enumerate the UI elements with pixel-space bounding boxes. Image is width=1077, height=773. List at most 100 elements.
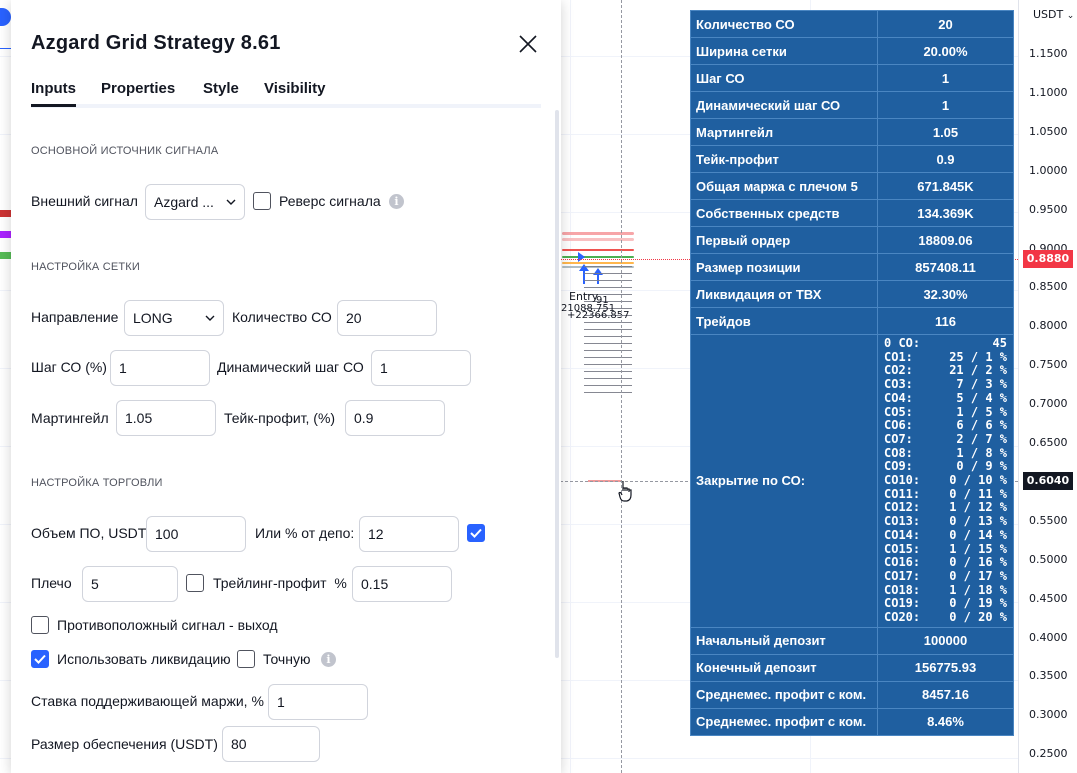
so-count-label: Количество СО (232, 309, 332, 325)
base-order-input[interactable]: 100 (146, 516, 246, 552)
stats-value: 20.00% (877, 37, 1014, 65)
stats-row: Ликвидация от ТВХ 32.30% (690, 280, 1014, 308)
stats-value: 18809.06 (877, 226, 1014, 254)
leverage-input[interactable]: 5 (82, 566, 178, 602)
co-item: CO6: 6 / 6 % (884, 419, 1007, 433)
collapse-icon[interactable] (0, 8, 11, 26)
tab-properties[interactable]: Properties (101, 80, 175, 97)
direction-label: Направление (31, 309, 119, 325)
co-item: CO4: 5 / 4 % (884, 391, 1007, 406)
chevron-down-icon (226, 199, 236, 205)
co-item-result: 1 / 5 % (956, 404, 1007, 419)
co-item: CO1: 25 / 1 % (884, 349, 1007, 365)
or-percent-input[interactable]: 12 (359, 516, 459, 552)
opposite-exit-label: Противоположный сигнал - выход (57, 617, 278, 633)
info-icon[interactable]: i (389, 194, 404, 209)
stats-value: 32.30% (877, 280, 1014, 308)
co-item-result: 0 / 14 % (949, 527, 1007, 542)
stats-value: 0.9 (877, 145, 1014, 173)
band-orange (562, 262, 634, 264)
co-item-name: CO1: (884, 349, 913, 364)
so-step-label: Шаг СО (%) (31, 359, 107, 375)
trailing-input[interactable]: 0.15 (352, 566, 452, 602)
co-item: CO13: 0 / 13 % (884, 514, 1007, 529)
price-tick: 1.0000 (1029, 163, 1068, 177)
edge-line (0, 48, 11, 49)
martingale-input[interactable]: 1.05 (116, 400, 216, 436)
trailing-checkbox[interactable] (186, 574, 204, 592)
co-item-name: CO19: (884, 596, 921, 611)
crosshair-price-badge: 0.6040 (1023, 472, 1073, 490)
tab-inputs[interactable]: Inputs (31, 80, 76, 107)
band-red-light (562, 238, 634, 241)
direction-select[interactable]: LONG (124, 300, 224, 336)
price-scale[interactable]: 0.2500 0.3000 0.3500 0.4000 0.4500 0.5000 0.55… (1018, 0, 1077, 773)
direction-value: LONG (133, 310, 173, 326)
grid-line (570, 0, 571, 773)
leverage-label: Плечо (31, 575, 72, 591)
co-item: CO2: 21 / 2 % (884, 364, 1007, 378)
price-tick: 0.2500 (1029, 747, 1068, 761)
stats-row: Среднемес. профит с ком. 8457.16 (690, 680, 1014, 709)
maint-margin-input[interactable]: 1 (268, 684, 368, 720)
co-item-name: CO6: (884, 418, 913, 433)
co-item: CO20: 0 / 20 % (884, 610, 1007, 625)
co-item-result: 2 / 7 % (956, 431, 1007, 446)
price-tick: 0.5500 (1029, 513, 1068, 527)
co-item-name: CO12: (884, 500, 921, 515)
price-tick: 0.8000 (1029, 319, 1068, 333)
take-profit-label: Тейк-профит, (%) (224, 410, 336, 426)
settings-dialog: Azgard Grid Strategy 8.61 Inputs Propert… (11, 0, 561, 773)
section-trade-title: НАСТРОЙКА ТОРГОВЛИ (31, 477, 163, 489)
co-item: CO19: 0 / 19 % (884, 597, 1007, 611)
co-item-result: 0 / 13 % (949, 514, 1007, 529)
co-item-result: 0 / 19 % (949, 596, 1007, 611)
co-item-result: 21 / 2 % (949, 363, 1007, 378)
take-profit-input[interactable]: 0.9 (345, 400, 445, 436)
trailing-label: Трейлинг-профит % (213, 575, 347, 591)
stats-row: Среднемес. профит с ком. 8.46% (690, 707, 1014, 736)
or-percent-label: Или % от депо: (255, 525, 355, 541)
or-percent-checkbox[interactable] (467, 524, 485, 542)
co-item-result: 45 (992, 336, 1007, 350)
band-green (562, 256, 634, 258)
stats-value: 1 (877, 64, 1014, 92)
co-item-result: 7 / 3 % (956, 377, 1007, 392)
co-item: CO9: 0 / 9 % (884, 460, 1007, 474)
info-icon[interactable]: i (321, 652, 336, 667)
stats-row: Тейк-профит 0.9 (690, 145, 1014, 173)
stats-key: Трейдов (690, 307, 878, 335)
price-tick: 0.7000 (1029, 397, 1068, 411)
scrollbar[interactable] (555, 110, 559, 658)
reverse-signal-checkbox[interactable] (253, 192, 271, 210)
close-icon[interactable] (516, 32, 540, 56)
chevron-down-icon: ⌄ (1066, 11, 1075, 21)
stats-key: Размер позиции (690, 253, 878, 281)
base-order-label: Объем ПО, USDT (31, 525, 147, 541)
precise-label: Точную (263, 651, 311, 667)
co-item-name: CO14: (884, 527, 921, 542)
co-item: CO8: 1 / 8 % (884, 446, 1007, 461)
precise-checkbox[interactable] (237, 650, 255, 668)
stats-value: 8.46% (877, 707, 1014, 736)
stats-value: 20 (877, 10, 1014, 38)
co-item-result: 0 / 17 % (949, 568, 1007, 583)
tab-visibility[interactable]: Visibility (264, 80, 325, 97)
stats-row: Количество СО 20 (690, 10, 1014, 38)
chevron-down-icon (205, 315, 215, 321)
tab-style[interactable]: Style (203, 80, 239, 97)
dyn-step-input[interactable]: 1 (371, 350, 471, 386)
stats-value: 1.05 (877, 118, 1014, 146)
so-step-input[interactable]: 1 (110, 350, 210, 386)
price-tick: 0.4500 (1029, 591, 1068, 605)
collateral-input[interactable]: 80 (222, 726, 320, 762)
band-red-thin (562, 249, 634, 251)
currency-selector[interactable]: USDT ⌄ (1033, 8, 1074, 21)
stats-key: Начальный депозит (690, 626, 878, 655)
co-item: CO15: 1 / 15 % (884, 542, 1007, 557)
opposite-exit-checkbox[interactable] (31, 616, 49, 634)
use-liquidation-checkbox[interactable] (31, 650, 49, 668)
external-signal-select[interactable]: Azgard ... (145, 184, 245, 220)
stats-row: Шаг СО 1 (690, 64, 1014, 92)
so-count-input[interactable]: 20 (337, 300, 437, 336)
